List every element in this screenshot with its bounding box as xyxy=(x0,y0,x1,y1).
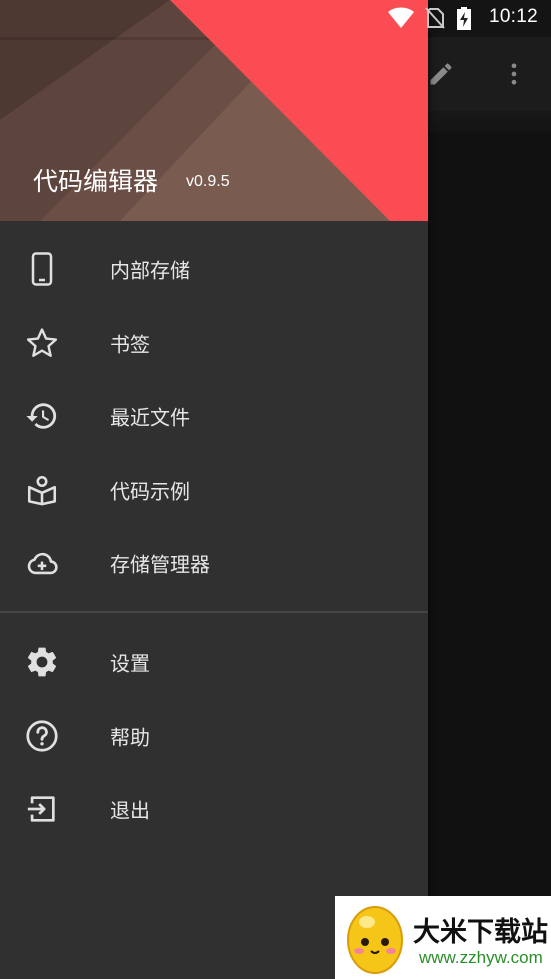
watermark-name: 大米下载站 xyxy=(413,917,548,948)
watermark: 大米下载站 www.zzhyw.com xyxy=(335,896,551,979)
battery-charging-icon xyxy=(456,7,472,30)
help-circle-icon xyxy=(24,718,60,754)
screen: 10:12 代码编辑器 v0.9.5 内部存储 书签 最近文件 代码示例 存储管… xyxy=(0,0,551,979)
app-version: v0.9.5 xyxy=(186,173,230,190)
menu-item-storage-manager[interactable]: 存储管理器 xyxy=(0,528,428,598)
edit-icon[interactable] xyxy=(425,58,457,90)
book-icon xyxy=(24,472,60,508)
star-outline-icon xyxy=(24,325,60,361)
menu-label: 帮助 xyxy=(110,725,150,750)
navigation-drawer: 代码编辑器 v0.9.5 内部存储 书签 最近文件 代码示例 存储管理器 设置 … xyxy=(0,0,428,979)
menu-item-recent-files[interactable]: 最近文件 xyxy=(0,381,428,451)
menu-label: 内部存储 xyxy=(110,258,190,283)
menu-item-internal-storage[interactable]: 内部存储 xyxy=(0,234,428,304)
gear-icon xyxy=(24,644,60,680)
menu-item-exit[interactable]: 退出 xyxy=(0,774,428,844)
menu-item-code-samples[interactable]: 代码示例 xyxy=(0,455,428,525)
cloud-add-icon xyxy=(24,545,60,581)
menu-label: 设置 xyxy=(110,651,150,676)
menu-label: 代码示例 xyxy=(110,479,190,504)
egg-mascot-icon xyxy=(347,906,403,974)
menu-item-bookmarks[interactable]: 书签 xyxy=(0,308,428,378)
exit-icon xyxy=(24,791,60,827)
watermark-url: www.zzhyw.com xyxy=(419,948,543,967)
menu-label: 存储管理器 xyxy=(110,552,210,577)
menu-item-help[interactable]: 帮助 xyxy=(0,701,428,771)
no-sim-icon xyxy=(425,7,445,29)
menu-label: 最近文件 xyxy=(110,405,190,430)
status-bar: 10:12 xyxy=(0,0,551,37)
phone-icon xyxy=(24,251,60,287)
menu-item-settings[interactable]: 设置 xyxy=(0,627,428,697)
history-icon xyxy=(24,398,60,434)
wifi-icon xyxy=(388,7,414,29)
more-vert-icon[interactable] xyxy=(498,58,530,90)
app-title: 代码编辑器 xyxy=(33,167,159,196)
drawer-divider xyxy=(0,611,428,613)
status-time: 10:12 xyxy=(488,6,538,27)
menu-label: 书签 xyxy=(110,332,150,357)
menu-label: 退出 xyxy=(110,798,150,823)
